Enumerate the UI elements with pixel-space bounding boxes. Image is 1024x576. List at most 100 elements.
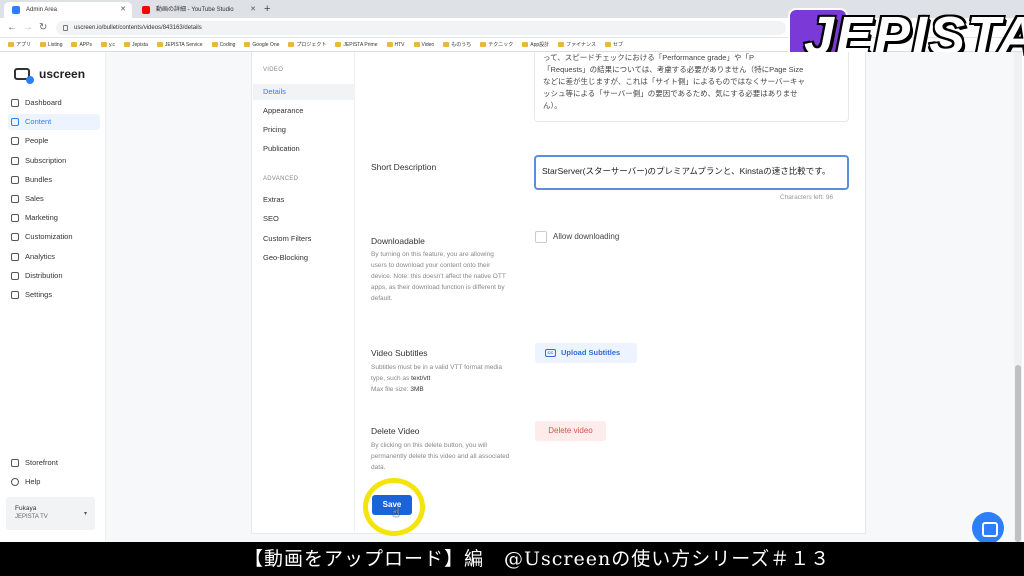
sidebar-item-label: Bundles <box>25 174 53 184</box>
bookmark-item[interactable]: ファイナンス <box>558 38 596 51</box>
bookmark-item[interactable]: App設計 <box>522 38 550 51</box>
gear-icon <box>11 291 19 299</box>
sidebar-item-distribution[interactable]: Distribution <box>8 268 100 284</box>
sidebar-item-storefront[interactable]: Storefront <box>8 455 100 471</box>
subnav-item-geo-blocking[interactable]: Geo-Blocking <box>253 250 355 266</box>
bookmark-label: ものうち <box>451 42 472 48</box>
folder-icon <box>522 42 529 47</box>
sidebar-item-customization[interactable]: Customization <box>8 229 100 245</box>
bookmark-item[interactable]: Video <box>413 38 434 51</box>
sidebar-item-settings[interactable]: Settings <box>8 287 100 303</box>
bookmark-item[interactable]: Coding <box>211 38 235 51</box>
sidebar-item-people[interactable]: People <box>8 133 100 149</box>
tab-title: Admin Area <box>26 7 58 13</box>
new-tab-icon[interactable]: + <box>264 1 270 17</box>
bookmark-item[interactable]: Google One <box>244 38 280 51</box>
video-subtitles-label: Video Subtitles <box>371 348 428 358</box>
bookmark-item[interactable]: プロジェクト <box>288 38 326 51</box>
sidebar-item-help[interactable]: Help <box>8 474 100 490</box>
sidebar-item-label: Subscription <box>25 155 67 165</box>
allow-downloading-label[interactable]: Allow downloading <box>553 232 619 241</box>
bookmark-item[interactable]: JEPISTA Prime <box>335 38 378 51</box>
subtitles-size-text: Max file size: <box>371 386 411 393</box>
sidebar-item-label: People <box>25 136 49 146</box>
sidebar-item-bundles[interactable]: Bundles <box>8 172 100 188</box>
short-description-input[interactable]: StarServer(スターサーバー)のプレミアムプランと、Kinstaの速さ比… <box>534 155 849 190</box>
bookmark-label: Listing <box>48 42 63 48</box>
grid-icon <box>11 99 19 107</box>
bookmark-item[interactable]: テクニック <box>480 38 514 51</box>
bookmark-item[interactable]: セブ <box>604 38 623 51</box>
account-switcher[interactable]: Fukaya JEPISTA TV ▾ <box>6 497 95 530</box>
uscreen-logo[interactable]: uscreen <box>14 64 85 84</box>
close-tab-icon[interactable]: ✕ <box>120 2 126 18</box>
reload-icon[interactable]: ↻ <box>39 21 47 35</box>
subnav-item-extras[interactable]: Extras <box>253 192 355 208</box>
bookmark-label: JEPISTA Prime <box>343 42 378 48</box>
description-line: 「Requests」の結果については、考慮する必要がありません（特にPage S… <box>543 65 804 74</box>
sidebar-item-label: Sales <box>25 194 44 203</box>
bookmark-item[interactable]: JEPISTA Service <box>156 38 203 51</box>
url-bar[interactable]: uscreen.io/bullet/contents/videos/843163… <box>56 21 786 35</box>
scrollbar-thumb[interactable] <box>1015 365 1021 542</box>
folder-icon <box>480 42 487 47</box>
closed-captions-icon: CC <box>545 349 556 357</box>
sidebar-item-sales[interactable]: Sales <box>8 191 100 207</box>
folder-icon <box>413 42 420 47</box>
allow-downloading-checkbox[interactable] <box>535 231 547 243</box>
bookmark-label: ファイナンス <box>566 42 596 48</box>
sidebar-item-analytics[interactable]: Analytics <box>8 249 100 265</box>
subnav-item-seo[interactable]: SEO <box>253 211 355 227</box>
refresh-icon <box>11 156 19 165</box>
sidebar-item-label: Marketing <box>25 213 58 223</box>
bookmark-label: Google One <box>252 42 280 48</box>
sidebar-item-label: Analytics <box>25 251 56 261</box>
folder-icon <box>558 42 565 47</box>
subnav-item-publication[interactable]: Publication <box>253 141 355 157</box>
close-tab-icon[interactable]: ✕ <box>250 2 256 18</box>
forward-icon[interactable]: → <box>23 21 33 35</box>
description-line: ッシュ等による「サーバー側」の要因であるため、気にする必要はありませ <box>543 89 798 98</box>
characters-left: Characters left: 96 <box>780 194 834 201</box>
browser-tab-admin[interactable]: Admin Area ✕ <box>4 2 132 18</box>
folder-icon <box>386 42 393 47</box>
subnav-heading-advanced: ADVANCED <box>263 176 299 182</box>
description-line: などに差が生じますが、これは「サイト側」によるものではなくサーバーキャ <box>543 77 806 86</box>
browser-tab-youtube[interactable]: 動画の詳細 - YouTube Studio ✕ <box>134 2 262 18</box>
bookmark-item[interactable]: APPs <box>71 38 92 51</box>
chat-support-icon[interactable] <box>972 512 1004 544</box>
back-icon[interactable]: ← <box>7 21 17 35</box>
bookmark-label: App設計 <box>530 42 550 48</box>
bookmark-item[interactable]: Jepista <box>124 38 148 51</box>
sidebar-item-dashboard[interactable]: Dashboard <box>8 95 100 111</box>
uscreen-logo-icon <box>14 68 34 84</box>
subnav-item-details[interactable]: Details <box>253 84 355 100</box>
folder-icon <box>71 42 78 47</box>
bookmark-item[interactable]: y.c <box>100 38 116 51</box>
chevron-down-icon: ▾ <box>83 511 87 517</box>
bookmark-item[interactable]: ものうち <box>443 38 472 51</box>
sidebar-item-marketing[interactable]: Marketing <box>8 210 100 226</box>
sidebar-item-label: Content <box>25 117 52 127</box>
folder-icon <box>288 42 295 47</box>
upload-subtitles-button[interactable]: CC Upload Subtitles <box>535 343 637 363</box>
bookmark-label: y.c <box>108 42 116 48</box>
delete-video-button[interactable]: Delete video <box>535 421 606 441</box>
subnav-item-custom-filters[interactable]: Custom Filters <box>253 231 355 247</box>
bookmark-item[interactable]: Listing <box>40 38 63 51</box>
subnav-item-pricing[interactable]: Pricing <box>253 122 355 138</box>
sidebar-item-content[interactable]: Content <box>8 114 100 131</box>
megaphone-icon <box>11 214 19 223</box>
bookmark-item[interactable]: アプリ <box>8 38 31 51</box>
bookmark-label: テクニック <box>488 42 514 48</box>
description-line: って、スピードチェックにおける「Performance grade」や「P <box>543 53 754 62</box>
subnav-item-appearance[interactable]: Appearance <box>253 103 355 119</box>
sidebar-item-subscription[interactable]: Subscription <box>8 153 100 169</box>
bookmark-item[interactable]: HTV <box>386 38 405 51</box>
description-textarea[interactable]: って、スピードチェックにおける「Performance grade」や「P 「R… <box>534 52 849 122</box>
lock-icon <box>63 25 68 31</box>
description-line: ん）。 <box>543 101 562 110</box>
delete-video-label: Delete Video <box>371 426 420 436</box>
store-icon <box>11 459 19 467</box>
help-icon <box>11 478 19 486</box>
